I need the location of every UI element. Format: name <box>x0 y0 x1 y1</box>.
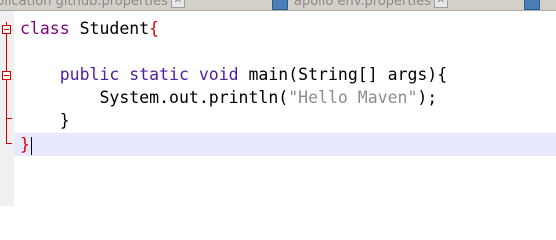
tab-label: plication github.properties <box>0 0 168 9</box>
tab-github-properties[interactable]: plication github.properties ✕ <box>0 0 185 9</box>
fold-margin <box>0 11 14 206</box>
code-text: ); <box>417 88 438 107</box>
fold-end-marker <box>6 118 12 119</box>
keyword: class <box>20 19 70 38</box>
keyword: public static void <box>59 65 239 84</box>
code-line: public static void main(String[] args){ <box>20 63 447 86</box>
brace: } <box>59 111 70 130</box>
file-icon <box>524 0 540 10</box>
tab-next[interactable] <box>524 0 556 10</box>
code-line: System.out.println("Hello Maven"); <box>20 86 437 109</box>
fold-collapse-icon[interactable] <box>2 25 11 34</box>
code-text: Student <box>69 19 150 38</box>
tab-apollo-env-properties[interactable]: apollo env.properties ✕ <box>272 0 448 10</box>
brace: } <box>20 135 30 154</box>
code-text: System.out.println( <box>99 88 289 107</box>
code-editor[interactable]: class Student{ public static void main(S… <box>14 11 556 206</box>
brace: { <box>149 19 160 38</box>
current-line[interactable]: } <box>14 133 556 156</box>
tab-strip: plication github.properties ✕ apollo env… <box>0 0 556 11</box>
tab-label: apollo env.properties <box>294 0 431 9</box>
text-caret <box>30 136 32 155</box>
file-icon <box>272 0 288 10</box>
code-line: class Student{ <box>20 17 159 40</box>
close-icon[interactable]: ✕ <box>433 0 448 8</box>
close-icon[interactable]: ✕ <box>170 0 185 8</box>
fold-collapse-icon[interactable] <box>2 71 11 80</box>
string-literal: "Hello Maven" <box>288 88 418 107</box>
code-text: main(String[] args){ <box>238 65 448 84</box>
code-line: } <box>20 109 70 132</box>
fold-end-marker <box>6 143 12 144</box>
